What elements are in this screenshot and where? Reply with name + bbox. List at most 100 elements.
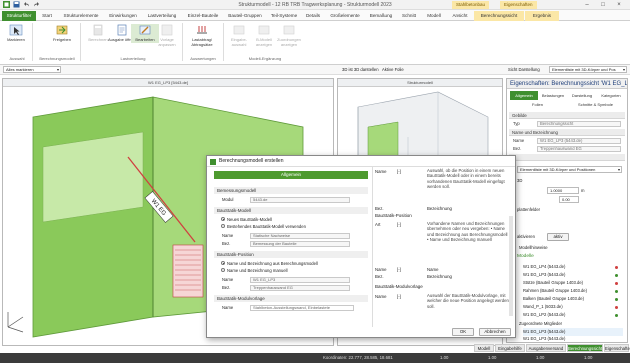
status-field-1: 1.00 bbox=[440, 355, 449, 360]
lastabtrag-label: Lastabtrag/ Abtragsätze bbox=[191, 37, 213, 47]
btab-modell[interactable]: Modell bbox=[474, 344, 494, 352]
bez-value[interactable]: Treppenhauswand EG bbox=[537, 146, 621, 152]
tab-ergebnis[interactable]: Ergebnis bbox=[525, 11, 559, 21]
gelaende-label: plattenfelder bbox=[517, 207, 541, 212]
toggle-aktivieren[interactable]: aktivieren bbox=[517, 234, 535, 239]
list-item[interactable]: Balken (Bauteil Gruppe 1403.de) bbox=[523, 295, 623, 303]
small-value-input[interactable]: 0.00 bbox=[559, 196, 579, 203]
list-item[interactable]: W1 EG_LP4 (5443.de) bbox=[523, 263, 623, 271]
radio-neues-dot[interactable] bbox=[221, 217, 225, 222]
typ-value[interactable]: Berechnungssicht bbox=[537, 121, 621, 127]
pos-bez-label: Bez. bbox=[222, 285, 231, 290]
tab-berechnungssicht[interactable]: Berechnungssicht bbox=[474, 11, 524, 21]
list-item[interactable]: W1 EG_LP3 (5443.de) bbox=[523, 335, 623, 342]
list-item[interactable]: Rahmen (Bauteil Gruppe 1403.de) bbox=[523, 287, 623, 295]
radio-manuell-dot[interactable] bbox=[221, 268, 225, 273]
tab-bauteil-gruppen[interactable]: Bauteil-Gruppen bbox=[224, 11, 266, 21]
help-text-modell: Auswahl, ob die Position in einem neuen … bbox=[427, 168, 505, 190]
section-name: Name und Bezeichnung bbox=[509, 129, 625, 136]
bez-field[interactable]: Bemessung der Bauteile bbox=[250, 241, 350, 247]
status-coordinates: Koordinaten: 22.777, 28.585, 18.681 bbox=[323, 355, 393, 360]
status-field-4: 1.00 bbox=[584, 355, 593, 360]
zuordnung-button[interactable]: Zuordnungen anzeigen bbox=[275, 24, 303, 47]
ptab-allgemein[interactable]: Allgemein bbox=[510, 91, 538, 100]
tab-bemassung[interactable]: Bemaßung bbox=[366, 11, 396, 21]
markieren-button[interactable]: Markieren bbox=[2, 24, 30, 43]
eingabe-auswahl-button[interactable]: Eingabe-auswahl bbox=[225, 24, 253, 47]
freigeben-button[interactable]: Freigeben bbox=[48, 24, 76, 43]
maximize-button[interactable]: □ bbox=[597, 0, 609, 10]
tab-modell[interactable]: Modell bbox=[422, 11, 446, 21]
pos-name-field[interactable]: W1 EG_LP3 bbox=[250, 277, 350, 283]
list-item[interactable]: W1 EG_LP2 (5443.de) bbox=[523, 311, 623, 319]
darstellung-select[interactable]: Elementliste mit 3D-Körper und Positione… bbox=[517, 166, 622, 173]
radio-uebernehmen-label: Name und Bezeichnung aus Berechnungsmode… bbox=[227, 261, 318, 266]
btab-berechnungssicht[interactable]: Berechnungssicht bbox=[567, 344, 603, 352]
dialog-tab-allgemein[interactable]: Allgemein bbox=[214, 171, 368, 179]
tab-strukturelemente[interactable]: Strukturelemente bbox=[58, 11, 104, 21]
scale-input[interactable]: 1.0000 bbox=[547, 187, 579, 194]
name-value[interactable]: W1 EG_LP3 (5443.de) bbox=[537, 138, 621, 144]
tab-einwirkungen[interactable]: Einwirkungen bbox=[105, 11, 141, 21]
help-art-label: Art bbox=[375, 222, 381, 227]
lastabtrag-button[interactable]: Lastabtrag/ Abtragsätze bbox=[184, 24, 220, 47]
dialog-scrollbar[interactable] bbox=[509, 216, 513, 316]
list-item[interactable]: Stütze (Bauteil Gruppe 1403.de) bbox=[523, 279, 623, 287]
bez-label: Bez. bbox=[222, 241, 231, 246]
template-icon bbox=[161, 24, 173, 36]
b-modell-button[interactable]: B-Modell anzeigen bbox=[250, 24, 278, 47]
ok-button[interactable]: OK bbox=[452, 328, 474, 336]
vorlage-select[interactable]: Stahlbeton-Ausstellungswand, Einbelastet… bbox=[250, 305, 354, 311]
vorlage-name-label: Name bbox=[222, 305, 234, 310]
ribbon-group-auswertungen: Auswertungen bbox=[190, 56, 216, 61]
typ-label: Typ bbox=[513, 121, 520, 126]
radio-bestehend-dot[interactable] bbox=[221, 224, 225, 229]
list-item[interactable]: Wand_P_1 (5033.de) bbox=[523, 303, 623, 311]
modul-field[interactable]: 5443.de bbox=[250, 197, 350, 203]
ptab-belastungen[interactable]: Belastungen bbox=[539, 91, 567, 100]
sicht-select[interactable]: Elementliste mit 3D-Körper und Pos ▾ bbox=[549, 66, 627, 73]
tab-strukturfilter[interactable]: Strukturfilter bbox=[2, 11, 36, 21]
radio-bestehend[interactable]: Bestehendes BauStatik-Modell verwenden bbox=[221, 223, 306, 231]
ptab-folien[interactable]: Folien bbox=[510, 100, 565, 109]
toggle-aktiv[interactable]: aktiv bbox=[547, 233, 569, 241]
vorlage-anpassen-button[interactable]: Vorlage anpassen bbox=[153, 24, 181, 47]
berechnungsmodell-dialog: Berechnungsmodell erstellen Allgemein Be… bbox=[206, 155, 516, 338]
view3d-toggle[interactable]: 3D ist 3D darstellen bbox=[342, 67, 379, 72]
tab-grosselemente[interactable]: Großelemente bbox=[325, 11, 365, 21]
btab-ausgabenversand[interactable]: Ausgabenversand bbox=[526, 344, 566, 352]
save-icon[interactable] bbox=[13, 1, 20, 8]
row-modul: Modul 5443.de bbox=[214, 196, 368, 204]
cursor-icon bbox=[9, 24, 23, 36]
radio-manuell[interactable]: Name und Bezeichnung manuell bbox=[221, 267, 288, 275]
tab-schnitt[interactable]: Schnitt bbox=[397, 11, 421, 21]
row-pos-name: Name W1 EG_LP3 bbox=[214, 276, 368, 284]
filter-select-value: Alles markieren bbox=[6, 67, 34, 72]
minimize-button[interactable]: – bbox=[581, 0, 593, 10]
tab-einzel-bauteile[interactable]: Einzel-Bauteile bbox=[183, 11, 223, 21]
tab-start[interactable]: Start bbox=[37, 11, 57, 21]
ptab-schnitte[interactable]: Schnitte & Symbole bbox=[566, 100, 625, 109]
status-dot bbox=[615, 265, 618, 269]
radio-manuell-label: Name und Bezeichnung manuell bbox=[227, 268, 288, 273]
tab-lastverteilung[interactable]: Lastverteilung bbox=[142, 11, 182, 21]
list-item[interactable]: W1 EG_LP3 (5443.de) bbox=[523, 271, 623, 279]
redo-icon[interactable] bbox=[33, 1, 40, 8]
btab-eingabehilfe[interactable]: Eingabehilfe bbox=[495, 344, 525, 352]
filter-select[interactable]: Alles markieren ▾ bbox=[3, 66, 61, 73]
pos-bez-field[interactable]: Treppenhauswand EG bbox=[250, 285, 350, 291]
ptab-darstellung[interactable]: Darstellung bbox=[568, 91, 596, 100]
help-name2-text: Name bbox=[427, 267, 439, 272]
tab-teil-systeme[interactable]: Teil-Systeme bbox=[267, 11, 301, 21]
undo-icon[interactable] bbox=[23, 1, 30, 8]
radio-uebernehmen-dot[interactable] bbox=[221, 261, 225, 266]
scale-unit: m bbox=[581, 188, 585, 193]
name-field[interactable]: Statische Nachweise bbox=[250, 233, 350, 239]
close-button[interactable]: × bbox=[613, 0, 625, 10]
aktive-folie-toggle[interactable]: Aktive Folie bbox=[382, 67, 404, 72]
abbrechen-button[interactable]: Abbrechen bbox=[479, 328, 511, 336]
ptab-kategorien[interactable]: Kategorien bbox=[597, 91, 625, 100]
tab-ansicht[interactable]: Ansicht bbox=[447, 11, 473, 21]
tab-details[interactable]: Details bbox=[302, 11, 324, 21]
btab-eigenschaften[interactable]: Eigenschaften bbox=[604, 344, 630, 352]
